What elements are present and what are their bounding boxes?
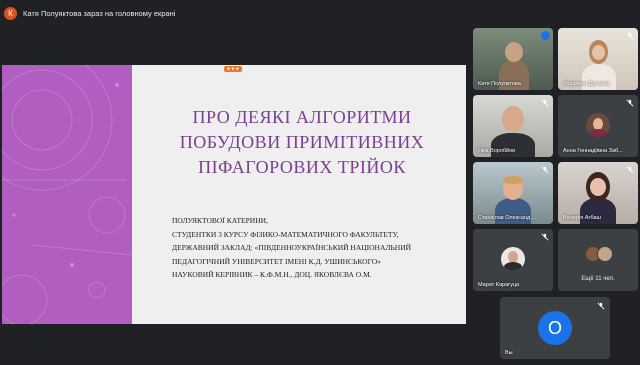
slide-line: НАУКОВИЙ КЕРІВНИК – К.Ф.М.Н., ДОЦ. ЯКОВЛ… bbox=[172, 270, 372, 279]
participant-tile[interactable]: Марат Карагуца bbox=[473, 229, 553, 291]
presentation-slide[interactable]: ● ● ● ПРО ДЕЯКІ АЛГОРИТМИ ПОБУДОВИ ПРИМІ… bbox=[2, 65, 466, 324]
participant-name: Станіслав Олександ... bbox=[478, 215, 535, 221]
participant-tile[interactable]: Станіслав Олександ... bbox=[473, 162, 553, 224]
self-tile[interactable]: О Вы bbox=[500, 297, 610, 359]
mic-off-icon bbox=[597, 302, 605, 310]
participant-name: Катя Полуяктова bbox=[478, 81, 521, 87]
slide-line: ПЕДАГОГІЧНИЙ УНІВЕРСИТЕТ ІМЕНІ К.Д. УШИН… bbox=[172, 256, 381, 266]
self-avatar: О bbox=[538, 311, 572, 345]
participant-tile[interactable]: Валерія Агбаш bbox=[558, 162, 638, 224]
participant-name: Людмила Драгана bbox=[563, 81, 610, 87]
more-participants-tile[interactable]: Ещё 11 чел. bbox=[558, 229, 638, 291]
participant-name: Яків Воробйов bbox=[478, 148, 516, 154]
recording-badge: ● ● ● bbox=[224, 66, 242, 72]
participant-name: Марат Карагуца bbox=[478, 282, 520, 288]
presenting-banner-text: Катя Полуяктова зараз на головному екран… bbox=[23, 8, 176, 18]
presenter-avatar: К bbox=[4, 6, 17, 20]
participant-name: Вы bbox=[505, 350, 513, 356]
slide-decoration-panel bbox=[2, 65, 132, 324]
presenting-banner: К Катя Полуяктова зараз на головному екр… bbox=[4, 4, 175, 22]
participant-avatar bbox=[586, 113, 610, 137]
mic-off-icon bbox=[626, 32, 634, 40]
slide-line: СТУДЕНТКИ 3 КУРСУ ФІЗИКО-МАТЕМАТИЧНОГО Ф… bbox=[172, 229, 399, 239]
participant-tile[interactable]: Яків Воробйов bbox=[473, 95, 553, 157]
mic-off-icon bbox=[626, 166, 634, 174]
participant-avatar bbox=[597, 246, 613, 262]
mic-off-icon bbox=[541, 166, 549, 174]
participant-tile[interactable]: Анна Геннадіївна Заб... bbox=[558, 95, 638, 157]
slide-line: ПОЛУЯКТОВОЇ КАТЕРИНИ, bbox=[172, 216, 268, 225]
slide-body: ПОЛУЯКТОВОЇ КАТЕРИНИ, СТУДЕНТКИ 3 КУРСУ … bbox=[172, 214, 411, 282]
mic-off-icon bbox=[541, 99, 549, 107]
mic-off-icon bbox=[541, 233, 549, 241]
participant-avatar bbox=[501, 247, 525, 271]
more-participants-label: Ещё 11 чел. bbox=[581, 276, 615, 282]
mic-off-icon bbox=[626, 99, 634, 107]
participant-name: Валерія Агбаш bbox=[563, 215, 601, 221]
speaking-indicator-icon bbox=[541, 31, 550, 40]
slide-title: ПРО ДЕЯКІ АЛГОРИТМИ ПОБУДОВИ ПРИМІТИВНИХ… bbox=[179, 107, 425, 177]
participant-name: Анна Геннадіївна Заб... bbox=[563, 148, 623, 154]
participant-tile[interactable]: Катя Полуяктова bbox=[473, 28, 553, 90]
participant-tile[interactable]: Людмила Драгана bbox=[558, 28, 638, 90]
decorative-circles-icon bbox=[2, 65, 132, 324]
slide-line: ДЕРЖАВНИЙ ЗАКЛАД: «ПІВДЕННОУКРАЇНСЬКИЙ Н… bbox=[172, 243, 412, 252]
